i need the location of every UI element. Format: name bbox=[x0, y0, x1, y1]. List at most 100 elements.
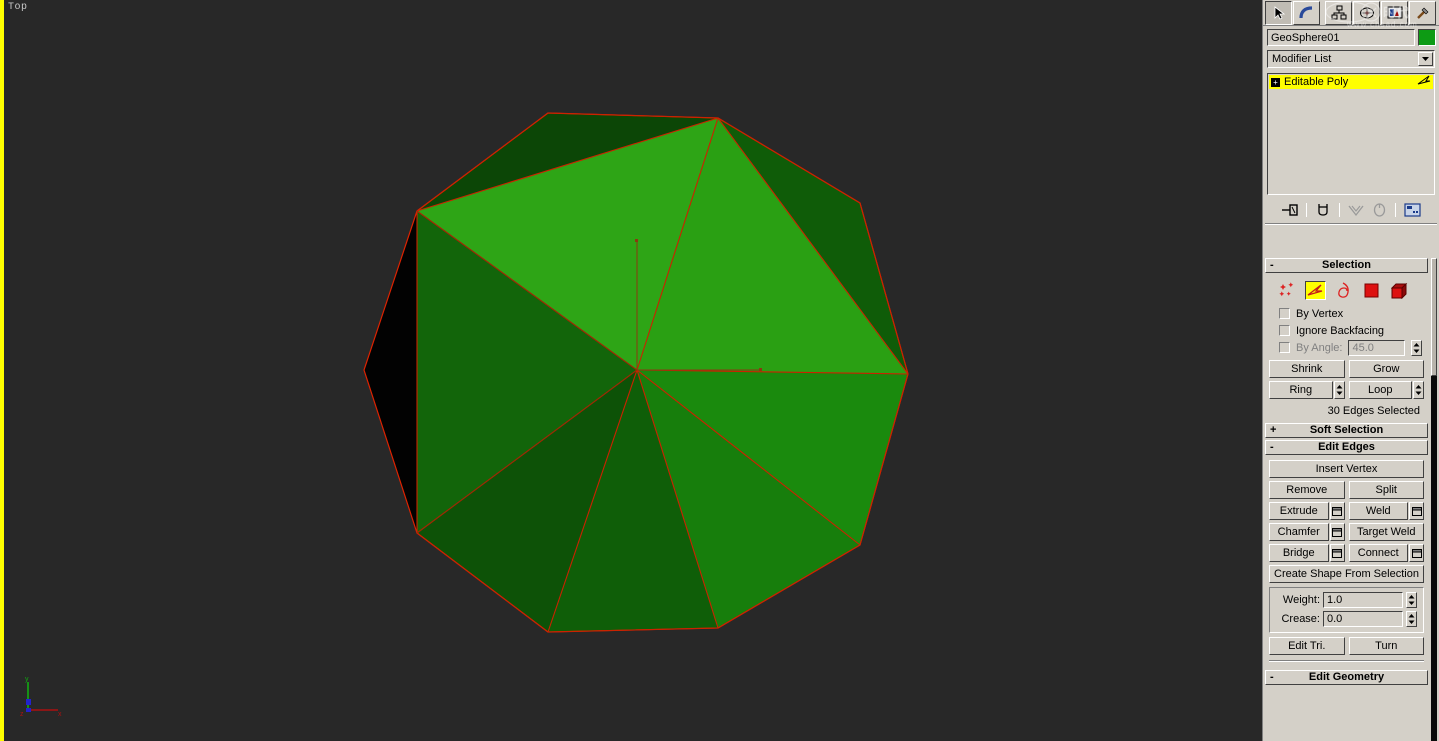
chamfer-button[interactable]: Chamfer bbox=[1269, 523, 1329, 541]
chamfer-settings-icon[interactable] bbox=[1329, 523, 1345, 541]
light-bulb-icon[interactable] bbox=[1417, 75, 1431, 89]
insert-vertex-row: Insert Vertex bbox=[1269, 460, 1424, 478]
viewport-label: Top bbox=[8, 2, 28, 13]
modifier-list-combo[interactable]: Modifier List bbox=[1267, 50, 1435, 68]
weight-row: Weight: 1.0 bbox=[1276, 592, 1417, 608]
shrink-button[interactable]: Shrink bbox=[1269, 360, 1345, 378]
shrink-grow-row: Shrink Grow bbox=[1269, 360, 1424, 378]
crease-row: Crease: 0.0 bbox=[1276, 611, 1417, 627]
utilities-tab[interactable] bbox=[1409, 0, 1436, 25]
remove-modifier-icon[interactable] bbox=[1369, 201, 1389, 219]
weight-spinner[interactable] bbox=[1406, 592, 1417, 608]
create-shape-from-selection-button[interactable]: Create Shape From Selection bbox=[1269, 565, 1424, 583]
rollout-header-edit-edges[interactable]: - Edit Edges bbox=[1265, 440, 1428, 455]
weld-button[interactable]: Weld bbox=[1348, 502, 1408, 520]
edit-tri-turn-row: Edit Tri. Turn bbox=[1269, 637, 1424, 655]
ring-spinner[interactable] bbox=[1333, 381, 1345, 399]
toolbar-divider bbox=[1306, 203, 1307, 217]
command-panel-tabs: 时代 www.chsad.com bbox=[1263, 0, 1439, 29]
modifier-stack-list[interactable]: + Editable Poly bbox=[1267, 73, 1435, 195]
subobject-edge-button[interactable] bbox=[1305, 281, 1326, 300]
loop-spinner[interactable] bbox=[1413, 381, 1424, 399]
chamfer-pair: Chamfer bbox=[1269, 523, 1345, 541]
rollout-title: Selection bbox=[1322, 259, 1371, 271]
create-tab[interactable] bbox=[1265, 0, 1292, 25]
rollout-header-soft-selection[interactable]: + Soft Selection bbox=[1265, 423, 1428, 438]
show-end-result-icon[interactable] bbox=[1313, 201, 1333, 219]
rollout-title: Soft Selection bbox=[1309, 424, 1384, 436]
subobject-border-button[interactable] bbox=[1333, 281, 1354, 300]
selection-status-text: 30 Edges Selected bbox=[1327, 405, 1420, 417]
extrude-button[interactable]: Extrude bbox=[1269, 502, 1329, 520]
target-weld-pair: Target Weld bbox=[1348, 523, 1424, 541]
by-angle-spinner[interactable] bbox=[1411, 339, 1422, 356]
rollout-scroll-area[interactable]: - Selection By Vertex Ignore Backfacing … bbox=[1263, 258, 1439, 741]
weld-settings-icon[interactable] bbox=[1409, 502, 1424, 520]
hierarchy-tab[interactable] bbox=[1325, 0, 1352, 25]
extrude-settings-icon[interactable] bbox=[1329, 502, 1345, 520]
object-name-field[interactable]: GeoSphere01 bbox=[1267, 29, 1415, 46]
ignore-backfacing-checkbox[interactable] bbox=[1279, 325, 1290, 336]
rollout-toggle-sign: + bbox=[1270, 424, 1277, 436]
edit-tri-button[interactable]: Edit Tri. bbox=[1269, 637, 1345, 655]
viewport-top[interactable]: Top y x z bbox=[0, 0, 1262, 741]
make-unique-icon[interactable] bbox=[1346, 201, 1366, 219]
bridge-settings-icon[interactable] bbox=[1329, 544, 1345, 562]
connect-settings-icon[interactable] bbox=[1409, 544, 1424, 562]
loop-button[interactable]: Loop bbox=[1348, 381, 1412, 399]
motion-tab[interactable] bbox=[1353, 0, 1380, 25]
expand-plus-icon[interactable]: + bbox=[1271, 77, 1280, 87]
connect-pair: Connect bbox=[1348, 544, 1424, 562]
ring-loop-row: Ring Loop bbox=[1269, 381, 1424, 399]
section-divider bbox=[1269, 660, 1424, 662]
crease-spinner[interactable] bbox=[1406, 611, 1417, 627]
panel-scrollbar-thumb[interactable] bbox=[1431, 258, 1437, 376]
split-button[interactable]: Split bbox=[1348, 481, 1424, 499]
modify-tab[interactable] bbox=[1293, 0, 1320, 25]
rollout-title: Edit Edges bbox=[1318, 441, 1375, 453]
weight-field[interactable]: 1.0 bbox=[1323, 592, 1403, 608]
insert-vertex-button[interactable]: Insert Vertex bbox=[1269, 460, 1424, 478]
by-vertex-label: By Vertex bbox=[1296, 307, 1344, 320]
extrude-weld-row: Extrude Weld bbox=[1269, 502, 1424, 520]
chevron-down-icon[interactable] bbox=[1418, 52, 1433, 66]
configure-sets-icon[interactable] bbox=[1402, 201, 1422, 219]
display-tab[interactable] bbox=[1381, 0, 1408, 25]
ignore-backfacing-row[interactable]: Ignore Backfacing bbox=[1269, 322, 1424, 339]
active-viewport-border bbox=[0, 0, 4, 741]
subobject-element-button[interactable] bbox=[1389, 281, 1410, 300]
subobject-polygon-button[interactable] bbox=[1361, 281, 1382, 300]
ring-pair: Ring bbox=[1269, 381, 1345, 399]
pin-stack-icon[interactable] bbox=[1280, 201, 1300, 219]
geosphere-model[interactable] bbox=[0, 0, 1262, 741]
rollout-toggle-sign: - bbox=[1270, 259, 1274, 271]
ignore-backfacing-label: Ignore Backfacing bbox=[1296, 324, 1385, 337]
rollout-body-selection: By Vertex Ignore Backfacing By Angle: 45… bbox=[1265, 275, 1428, 423]
grow-button[interactable]: Grow bbox=[1348, 360, 1424, 378]
crease-field[interactable]: 0.0 bbox=[1323, 611, 1403, 627]
by-vertex-checkbox[interactable] bbox=[1279, 308, 1290, 319]
remove-button[interactable]: Remove bbox=[1269, 481, 1345, 499]
by-angle-row[interactable]: By Angle: 45.0 bbox=[1269, 339, 1424, 356]
by-angle-checkbox[interactable] bbox=[1279, 342, 1290, 353]
svg-text:z: z bbox=[20, 711, 24, 718]
rollout-header-edit-geometry[interactable]: - Edit Geometry bbox=[1265, 670, 1428, 685]
subobject-vertex-button[interactable] bbox=[1277, 281, 1298, 300]
chamfer-targetweld-row: Chamfer Target Weld bbox=[1269, 523, 1424, 541]
remove-split-row: Remove Split bbox=[1269, 481, 1424, 499]
weight-crease-group: Weight: 1.0 Crease: 0.0 bbox=[1269, 587, 1424, 633]
connect-button[interactable]: Connect bbox=[1348, 544, 1408, 562]
turn-button[interactable]: Turn bbox=[1348, 637, 1424, 655]
by-angle-field[interactable]: 45.0 bbox=[1348, 339, 1405, 356]
object-color-swatch[interactable] bbox=[1418, 29, 1436, 46]
ring-button[interactable]: Ring bbox=[1269, 381, 1333, 399]
svg-text:x: x bbox=[58, 711, 62, 718]
stack-item-editable-poly[interactable]: + Editable Poly bbox=[1269, 75, 1433, 89]
rollout-header-selection[interactable]: - Selection bbox=[1265, 258, 1428, 273]
rollout-body-edit-edges: Insert Vertex Remove Split Extrude Weld … bbox=[1265, 457, 1428, 670]
panel-divider bbox=[1265, 223, 1437, 225]
target-weld-button[interactable]: Target Weld bbox=[1348, 523, 1424, 541]
create-shape-row: Create Shape From Selection bbox=[1269, 565, 1424, 583]
by-vertex-row[interactable]: By Vertex bbox=[1269, 305, 1424, 322]
bridge-button[interactable]: Bridge bbox=[1269, 544, 1329, 562]
